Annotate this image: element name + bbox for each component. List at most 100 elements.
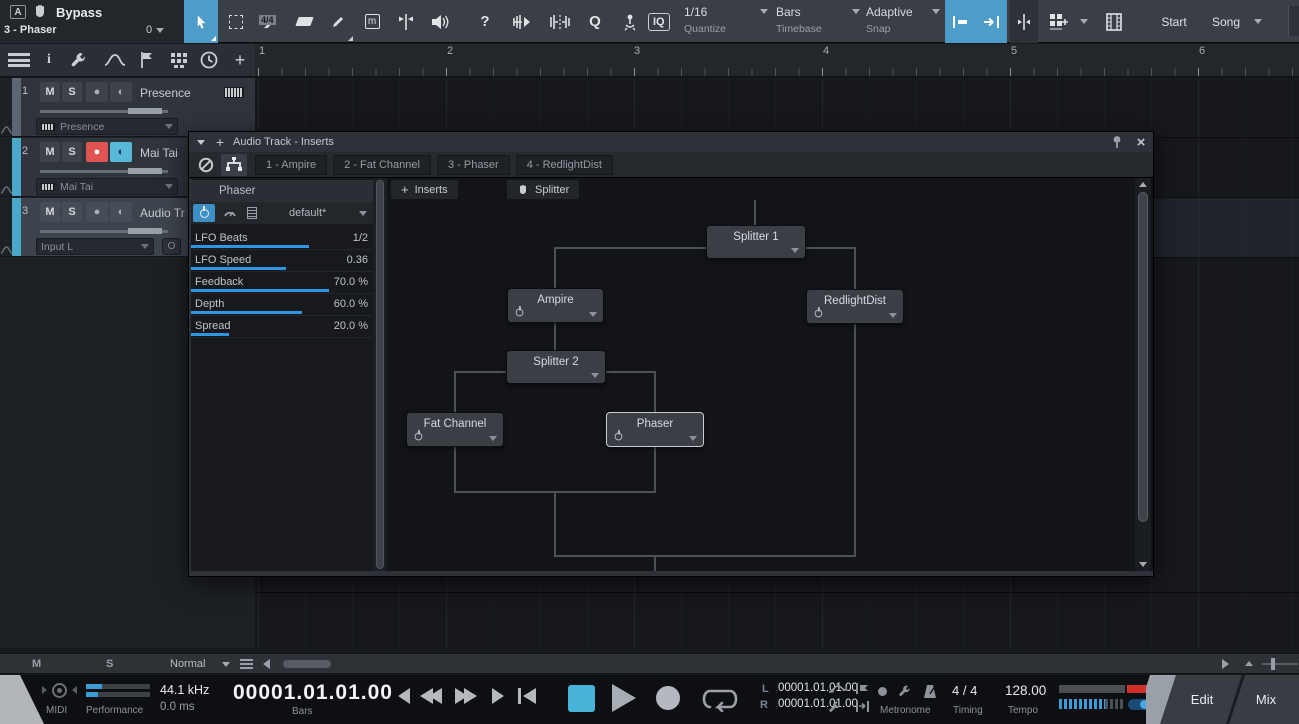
param-panel-scrollbar[interactable]: [373, 178, 387, 571]
group-grid-icon[interactable]: [170, 52, 188, 71]
fast-forward-button[interactable]: [455, 688, 477, 704]
options-wrench-icon[interactable]: [828, 700, 842, 717]
preroll-icon[interactable]: [828, 683, 848, 698]
node-phaser[interactable]: Phaser: [606, 412, 704, 447]
hand-tool-icon[interactable]: [32, 3, 48, 22]
node-power-icon[interactable]: [415, 433, 423, 441]
return-to-start-button[interactable]: [518, 688, 536, 704]
scroll-down-icon[interactable]: [1139, 562, 1147, 567]
macro-controls-button[interactable]: [1042, 0, 1076, 43]
clip-indicator[interactable]: [1127, 685, 1148, 693]
group-mute-button[interactable]: M: [32, 658, 41, 670]
insert-tab-fat-channel[interactable]: 2 - Fat Channel: [333, 155, 431, 175]
solo-button[interactable]: S: [62, 142, 82, 162]
param-slider[interactable]: [191, 267, 286, 270]
track-fader-handle[interactable]: [128, 168, 162, 174]
count-in-icon[interactable]: [878, 687, 887, 696]
instrument-selector[interactable]: Mai Tai: [36, 178, 178, 195]
list-options-icon[interactable]: [240, 659, 253, 669]
node-power-icon[interactable]: [516, 309, 524, 317]
dropdown-arrow-icon[interactable]: [591, 373, 599, 378]
next-marker-button[interactable]: [492, 688, 504, 704]
node-splitter-2[interactable]: Splitter 2: [506, 350, 606, 384]
node-redlightdist[interactable]: RedlightDist: [806, 289, 904, 324]
plugin-header[interactable]: Phaser: [191, 180, 373, 202]
automation-expand-icon[interactable]: [1, 126, 12, 134]
timebase-dropdown[interactable]: Bars Timebase: [776, 0, 862, 43]
collapse-arrow-icon[interactable]: [197, 140, 205, 145]
dropdown-arrow-icon[interactable]: [589, 312, 597, 317]
insert-tab-ampire[interactable]: 1 - Ampire: [255, 155, 327, 175]
bend-tool-button[interactable]: [613, 0, 647, 43]
track-size-dropdown[interactable]: Normal: [170, 658, 205, 670]
node-power-icon[interactable]: [615, 433, 623, 441]
marker-flag-icon[interactable]: [140, 51, 154, 72]
listen-tool-button[interactable]: [423, 0, 457, 43]
splitter-routing-icon[interactable]: [221, 154, 247, 176]
tempo-clock-icon[interactable]: [200, 51, 218, 72]
preset-list-icon[interactable]: [247, 207, 257, 219]
inserts-window-titlebar[interactable]: + Audio Track - Inserts ×: [189, 132, 1153, 152]
param-row-depth[interactable]: Depth 60.0 %: [191, 294, 373, 316]
track-fader-handle[interactable]: [128, 108, 162, 114]
param-slider[interactable]: [191, 245, 309, 248]
splitter-diagram[interactable]: + Inserts Splitter: [387, 178, 1135, 571]
param-slider[interactable]: [191, 333, 229, 336]
track-name[interactable]: Mai Tai: [140, 146, 178, 160]
scroll-right-icon[interactable]: [1222, 659, 1229, 669]
previous-marker-button[interactable]: [398, 688, 410, 704]
diagram-scrollbar[interactable]: [1135, 178, 1151, 571]
scroll-left-icon[interactable]: [263, 659, 270, 669]
mix-page-button[interactable]: Mix: [1240, 675, 1292, 724]
mute-button[interactable]: M: [40, 202, 60, 222]
iq-input-quantize-button[interactable]: IQ: [648, 0, 670, 43]
play-button[interactable]: [612, 684, 636, 712]
timing-value[interactable]: 4 / 4: [952, 683, 977, 698]
param-row-spread[interactable]: Spread 20.0 %: [191, 316, 373, 338]
quantize-dropdown[interactable]: 1/16 Quantize: [684, 0, 770, 43]
eraser-tool-button[interactable]: [287, 0, 321, 43]
scroll-up-icon[interactable]: [1139, 182, 1147, 187]
edit-page-button[interactable]: Edit: [1174, 675, 1230, 724]
performance-meter[interactable]: [86, 692, 150, 697]
snap-to-grid-button[interactable]: [945, 0, 976, 43]
add-track-button[interactable]: +: [230, 49, 250, 71]
performance-label[interactable]: Performance: [86, 705, 143, 716]
knob-mode-icon[interactable]: [223, 206, 237, 221]
node-ampire[interactable]: Ampire: [507, 288, 604, 323]
toolbar-overflow[interactable]: [1288, 6, 1299, 36]
range-tool-button[interactable]: [219, 0, 253, 43]
record-button[interactable]: [656, 686, 680, 710]
loop-end-value[interactable]: 00001.01.01.00: [778, 698, 858, 710]
node-power-icon[interactable]: [815, 310, 823, 318]
automation-icon[interactable]: [104, 54, 126, 69]
insert-tab-phaser[interactable]: 3 - Phaser: [437, 155, 510, 175]
param-row-feedback[interactable]: Feedback 70.0 %: [191, 272, 373, 294]
monitor-button[interactable]: ◐: [110, 82, 132, 102]
monitor-button-active[interactable]: ◐: [110, 142, 132, 162]
param-slider[interactable]: [191, 289, 329, 292]
macro-dropdown-arrow[interactable]: [1076, 0, 1092, 43]
track-color-strip[interactable]: [12, 138, 21, 196]
waveform-edit-tool-button[interactable]: [543, 0, 577, 43]
node-fat-channel[interactable]: Fat Channel: [406, 412, 504, 447]
horizontal-scrollbar-thumb[interactable]: [283, 660, 331, 668]
timeline-ruler[interactable]: 1 2 3 4 5 6: [255, 44, 1299, 77]
automation-expand-icon[interactable]: [1, 246, 12, 254]
track-setup-wrench-icon[interactable]: [70, 51, 88, 72]
record-arm-button[interactable]: ●: [86, 202, 108, 222]
loop-button[interactable]: [698, 686, 742, 715]
video-window-button[interactable]: [1098, 0, 1130, 43]
zoom-slider-track[interactable]: [1262, 663, 1298, 665]
time-display[interactable]: 00001.01.01.00: [233, 681, 393, 705]
zoom-expand-icon[interactable]: [1245, 661, 1253, 666]
metronome-icon[interactable]: [922, 684, 938, 702]
dropdown-arrow-icon[interactable]: [359, 211, 367, 216]
metronome-setup-wrench-icon[interactable]: [898, 684, 912, 701]
track-name[interactable]: Presence: [140, 86, 191, 100]
punch-in-icon[interactable]: [854, 682, 874, 698]
metronome-label[interactable]: Metronome: [880, 705, 931, 716]
punch-out-icon[interactable]: [854, 700, 874, 716]
preset-name[interactable]: default*: [289, 207, 326, 219]
dropdown-arrow-icon[interactable]: [791, 248, 799, 253]
